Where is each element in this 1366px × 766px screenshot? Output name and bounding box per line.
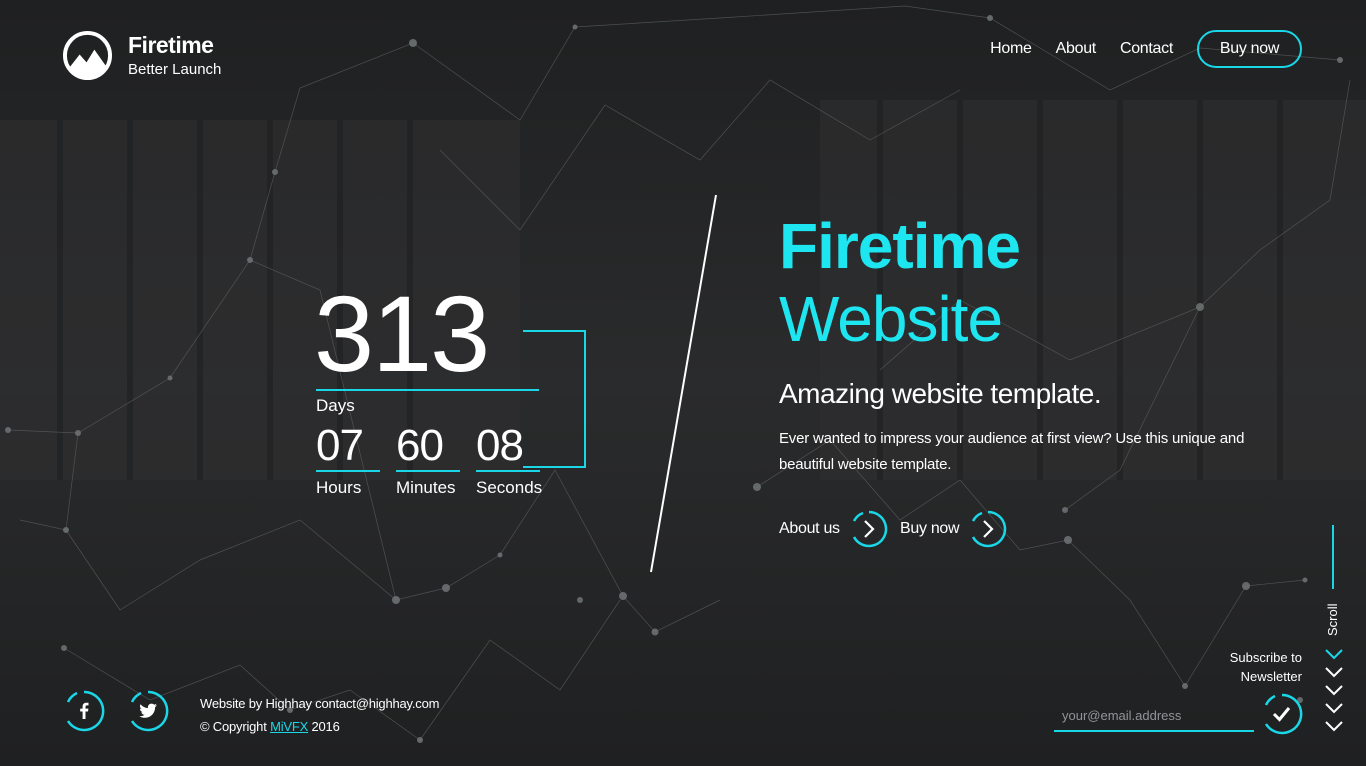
seconds-label: Seconds [476,478,543,497]
newsletter-label: Subscribe to Newsletter [1230,648,1302,686]
check-icon [1264,693,1303,735]
nav-home[interactable]: Home [990,40,1032,58]
hero-description: Ever wanted to impress your audience at … [779,430,1245,473]
seconds-underline [476,470,540,472]
footer-credits: Website by Highhay contact@highhay.com ©… [200,692,439,738]
days-label: Days [316,396,355,415]
copyright-year: 2016 [311,719,340,734]
brand-title: Firetime [128,32,214,58]
copyright-prefix: © Copyright [200,719,267,734]
countdown-days: 313 [314,273,490,394]
hero-buy-now-button[interactable]: Buy now [900,510,1007,548]
nav-contact[interactable]: Contact [1120,40,1173,58]
hours-label: Hours [316,478,362,497]
email-field[interactable] [1054,700,1254,732]
chevron-right-icon [972,510,1007,548]
hours-value: 07 [316,421,364,470]
chevron-down-icon[interactable] [1324,702,1344,714]
days-underline [316,389,539,391]
hero-title-light: Website [779,283,1003,355]
brand-logo[interactable]: Firetime Better Launch [63,31,221,80]
credit-line: Website by Highhay contact@highhay.com [200,696,440,711]
chevron-down-icon[interactable] [1324,684,1344,696]
nav-about[interactable]: About [1056,40,1097,58]
chevron-down-icon[interactable] [1324,666,1344,678]
nav-buy-button[interactable]: Buy now [1197,30,1302,68]
hero-buy-now-label: Buy now [900,520,960,537]
newsletter-line-2: Newsletter [1240,669,1302,684]
about-us-label: About us [779,520,840,537]
twitter-icon [130,690,169,732]
chevron-right-icon [852,510,888,548]
facebook-button[interactable] [63,690,105,737]
subscribe-button[interactable] [1261,693,1303,740]
copyright-link[interactable]: MiVFX [270,719,308,734]
countdown-hours: 07 Hours [316,424,380,498]
hours-underline [316,470,380,472]
hero-title-bold: Firetime [779,210,1021,282]
hero-subtitle: Amazing website template. [779,378,1102,409]
facebook-icon [66,690,105,732]
about-us-button[interactable]: About us [779,510,888,548]
slash-divider [650,195,717,573]
minutes-label: Minutes [396,478,456,497]
countdown-minutes: 60 Minutes [396,424,460,498]
newsletter-line-1: Subscribe to [1229,650,1302,665]
scroll-label[interactable]: Scroll [1325,596,1340,636]
copyright-line: © Copyright MiVFX 2016 [200,715,439,738]
countdown-seconds: 08 Seconds [476,424,542,498]
seconds-value: 08 [476,421,524,470]
chevron-down-icon[interactable] [1324,720,1344,732]
scroll-line [1332,525,1334,589]
mountain-logo-icon [63,31,112,80]
chevron-down-icon[interactable] [1324,648,1344,660]
twitter-button[interactable] [127,690,169,737]
minutes-value: 60 [396,421,444,470]
main-nav: Home About Contact Buy now [966,30,1302,68]
brand-subtitle: Better Launch [128,61,222,78]
minutes-underline [396,470,460,472]
